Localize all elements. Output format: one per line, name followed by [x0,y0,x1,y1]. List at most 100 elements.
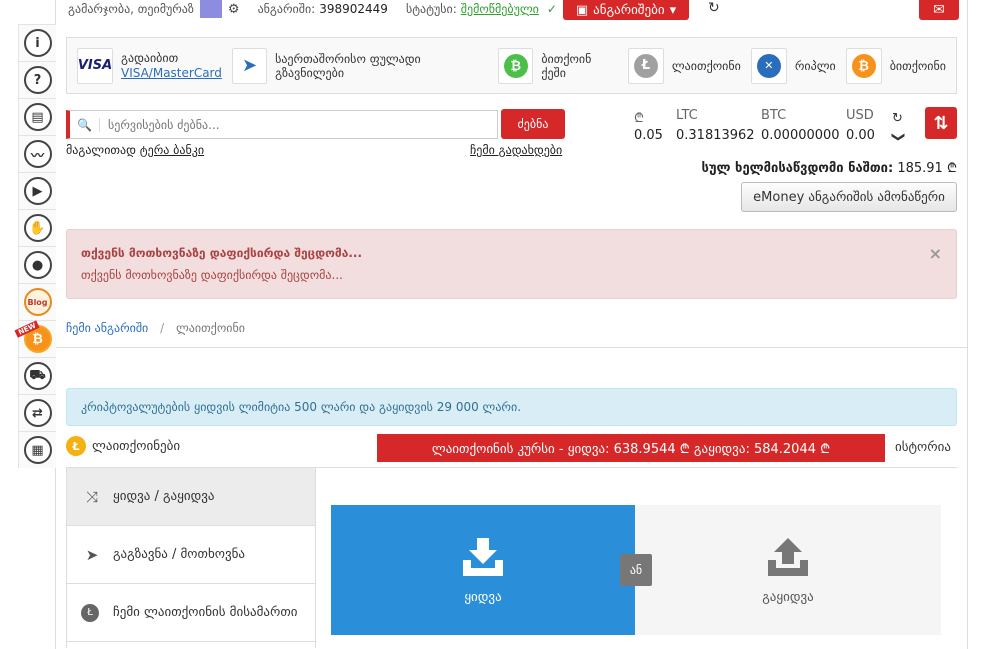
top-bar: გამარჯობა, თეიმურაზ ⚙ ანგარიში: 39890244… [68,0,557,18]
search-box: 🔍 [66,110,498,139]
litecoin-rate-text: ლაითქოინის კურსი - ყიდვა: 638.9544 ₾ გაყ… [431,442,831,457]
search-hint-prefix: მაგალითად [66,143,136,157]
search-hint: მაგალითად ტერა ბანკი [66,143,204,157]
account-label: ანგარიში: [257,2,316,16]
limits-info-text: კრიპტოვალუტების ყიდვის ლიმიტია 500 ლარი … [81,400,522,414]
gear-icon[interactable]: ⚙ [228,2,240,17]
side-item-partial [67,642,315,648]
search-hint-example[interactable]: ტერა ბანკი [140,143,204,157]
balance-ltc: LTC 0.31813962 [676,108,755,143]
sell-button[interactable]: გაყიდვა [635,505,941,635]
history-link[interactable]: ისტორია [895,440,951,455]
my-payments-link[interactable]: ჩემი გადახდები [470,143,562,157]
swap-currency-button[interactable]: ⇅ [925,107,957,139]
help-icon: ? [23,66,52,94]
side-item-label: ყიდვა / გაყიდვა [113,489,215,504]
upload-tray-icon [768,537,808,576]
pay-ripple-label: რიპლი [794,58,836,73]
sell-label: გაყიდვა [762,589,814,605]
pay-ripple[interactable]: ✕ რიპლი [750,47,836,84]
exchange-icon: ⇄ [23,399,52,427]
shuffle-icon: ⤨ [85,487,98,506]
balance-currency: USD [846,108,874,123]
breadcrumb-my-account[interactable]: ჩემი ანგარიში [66,321,148,335]
rail-item-play[interactable]: ▶ [18,172,56,209]
mail-icon: ✉ [933,2,945,18]
litecoin-rate-bar: ლაითქოინის კურსი - ყიდვა: 638.9544 ₾ გაყ… [377,434,885,462]
breadcrumb-separator: / [160,321,165,335]
error-alert-title: თქვენს მოთხოვნაზე დაფიქსირდა შეცდომა... [81,246,363,260]
rail-item-chart[interactable]: 〰 [18,135,56,172]
breadcrumb: ჩემი ანგარიში / ლაითქოინი [66,321,245,335]
account-number: 398902449 [319,2,388,16]
swap-icon: ⇅ [933,112,949,134]
play-icon: ▶ [23,177,52,205]
info-icon: i [23,29,52,57]
status-value[interactable]: შემოწმებული [461,2,539,16]
rail-item-help[interactable]: ? [18,61,56,98]
litecoin-icon: Ł [81,603,99,622]
rail-item-exchange[interactable]: ⇄ [18,394,56,431]
side-item-my-address[interactable]: Ł ჩემი ლაითქოინის მისამართი [67,584,315,642]
rail-item-blog[interactable]: Blog [18,283,56,320]
visa-mastercard-icon: VISA [77,47,113,84]
pay-money-transfers-label: საერთაშორისო ფულადი გზავნილები [275,51,421,80]
handshake-icon: ✋ [23,214,52,242]
rail-item-calculator[interactable]: ▤ [18,98,56,135]
calculator-icon: ▤ [23,103,52,131]
payment-methods-strip: VISA გადაიბით VISA/MasterCard ➤ საერთაშო… [66,37,957,94]
pay-visa-link[interactable]: VISA/MasterCard [121,66,222,81]
accounts-button[interactable]: ▣ ანგარიშები ▾ [563,0,689,20]
litecoin-title: ლაითქოინები [92,438,181,454]
chevron-down-icon[interactable]: ❯ [888,132,906,143]
buy-button[interactable]: ყიდვა [331,505,635,635]
greeting: გამარჯობა, თეიმურაზ [68,2,194,16]
balance-currency: LTC [676,108,698,123]
chart-icon: 〰 [23,140,52,168]
bitcoin-icon: ₿ [845,47,882,84]
pay-bitcoin-cash-label: ბითქოინ ქეში [541,51,592,80]
caret-down-icon: ▾ [669,2,677,18]
blog-icon: Blog [23,288,52,316]
pay-bitcoin[interactable]: ₿ ბითქოინი [845,47,946,84]
rail-item-info[interactable]: i [18,24,56,61]
refresh-icon[interactable]: ↻ [708,0,720,16]
error-alert-text: თქვენს მოთხოვნაზე დაფიქსირდა შეცდომა... [81,268,343,282]
pay-visa-mastercard[interactable]: VISA გადაიბით VISA/MasterCard [77,47,222,84]
balance-controls: ↻ ❯ [890,110,905,146]
side-item-buy-sell[interactable]: ⤨ ყიდვა / გაყიდვა [67,468,315,526]
rail-item-cart[interactable]: ⛟ [18,357,56,394]
calendar-icon: ▦ [23,436,52,464]
left-icon-rail: i ? ▤ 〰 ▶ ✋ ● Blog NEW ₿ ⛟ ⇄ ▦ [0,0,56,649]
send-icon: ➤ [85,545,99,564]
side-item-send-request[interactable]: ➤ გაგზავნა / მოთხოვნა [67,526,315,584]
close-icon[interactable]: × [929,244,942,263]
search-button[interactable]: ძებნა [501,109,565,139]
mail-button[interactable]: ✉ [919,0,959,20]
divider [56,347,968,348]
balance-currency: BTC [761,108,787,123]
litecoin-side-menu: ⤨ ყიდვა / გაყიდვა ➤ გაგზავნა / მოთხოვნა … [66,468,316,648]
balance-btc: BTC 0.00000000 [761,108,840,143]
search-icon: 🔍 [70,117,100,132]
rail-item-user[interactable]: ● [18,246,56,283]
buy-label: ყიდვა [464,589,502,605]
balance-amount: 0.31813962 [676,128,755,143]
avatar[interactable] [199,0,222,18]
emoney-statement-button[interactable]: eMoney ანგარიშის ამონაწერი [741,182,957,212]
pay-bitcoin-label: ბითქოინი [889,58,946,73]
user-icon: ● [23,251,52,279]
balance-refresh-icon[interactable]: ↻ [892,110,903,128]
total-currency: ₾ [946,161,957,176]
litecoin-icon: Ł [627,47,664,84]
pay-litecoin[interactable]: Ł ლაითქოინი [627,47,741,84]
rail-item-bitcoin[interactable]: NEW ₿ [14,320,56,357]
side-item-label: გაგზავნა / მოთხოვნა [113,547,246,562]
search-input[interactable] [100,117,497,132]
pay-money-transfers[interactable]: ➤ საერთაშორისო ფულადი გზავნილები [231,47,488,84]
rail-item-calendar[interactable]: ▦ [18,431,56,468]
breadcrumb-current: ლაითქოინი [175,321,245,335]
balance-amount: 0.00 [846,128,875,143]
pay-bitcoin-cash[interactable]: ₿ ბითქოინ ქეში [498,47,618,84]
rail-item-handshake[interactable]: ✋ [18,209,56,246]
